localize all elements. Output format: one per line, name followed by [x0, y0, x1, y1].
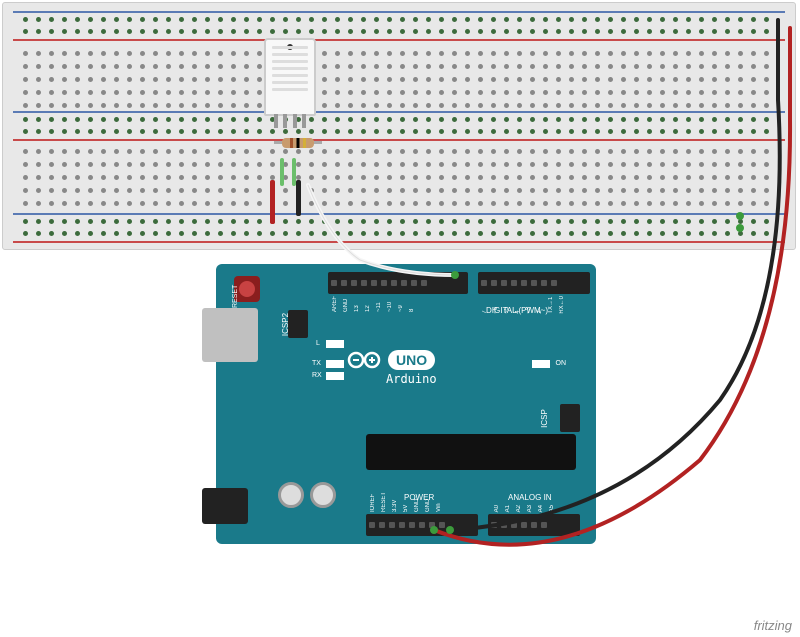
- jumper-green: [292, 158, 296, 186]
- arduino-uno-board: RESET AREFGND1312~11~10~98 7~6~54~32TX→1…: [216, 264, 596, 544]
- icsp-label: ICSP: [540, 409, 549, 428]
- jumper-black-gnd: [296, 180, 301, 216]
- rail-red-top: [13, 39, 785, 41]
- usb-port: [202, 308, 258, 362]
- uno-badge: UNO: [388, 350, 435, 370]
- icsp-header: [560, 404, 580, 432]
- icsp2-label: ICSP2: [281, 313, 290, 336]
- digital-header-left: [328, 272, 468, 294]
- pullup-resistor: [282, 138, 314, 148]
- led-rx-label: RX: [312, 372, 322, 379]
- digital-section-label: DIGITAL (PWM~): [486, 306, 548, 315]
- digital-header-right: [478, 272, 590, 294]
- icsp2-header: [288, 310, 308, 338]
- barrel-jack: [202, 488, 248, 524]
- led-on: [532, 360, 550, 368]
- atmega-chip: [366, 434, 576, 470]
- jumper-green: [280, 158, 284, 186]
- watermark: fritzing: [754, 618, 792, 633]
- arduino-text: Arduino: [386, 372, 437, 386]
- capacitors: [278, 482, 336, 508]
- dht22-sensor: [264, 38, 316, 116]
- power-section-label: POWER: [404, 493, 434, 502]
- power-row: [23, 29, 775, 37]
- led-l-label: L: [316, 340, 320, 347]
- led-rx: [326, 372, 344, 380]
- jumper-red-vcc: [270, 180, 275, 224]
- led-on-label: ON: [556, 360, 567, 367]
- rail-red-mid: [13, 139, 785, 141]
- power-row: [23, 219, 775, 227]
- digital-pin-labels-left: AREFGND1312~11~10~98: [332, 296, 415, 312]
- power-row: [23, 17, 775, 25]
- analog-header: [488, 514, 580, 536]
- led-l: [326, 340, 344, 348]
- power-header: [366, 514, 478, 536]
- sensor-pins: [274, 114, 306, 128]
- power-row: [23, 117, 775, 125]
- sensor-grille: [272, 46, 308, 98]
- analog-pin-labels: A0A1A2A3A4A5: [494, 505, 555, 512]
- rail-blue-top: [13, 11, 785, 13]
- led-tx: [326, 360, 344, 368]
- reset-label: RESET: [232, 285, 239, 308]
- power-row: [23, 231, 775, 239]
- analog-section-label: ANALOG IN: [508, 493, 552, 502]
- arduino-logo: UNO: [346, 350, 435, 370]
- rail-red-bot: [13, 241, 785, 243]
- terminal-strip-bot: [23, 149, 775, 214]
- power-row: [23, 129, 775, 137]
- terminal-strip-top: [23, 51, 775, 116]
- infinity-logo-icon: [346, 350, 382, 370]
- breadboard: [2, 2, 796, 250]
- led-tx-label: TX: [312, 360, 321, 367]
